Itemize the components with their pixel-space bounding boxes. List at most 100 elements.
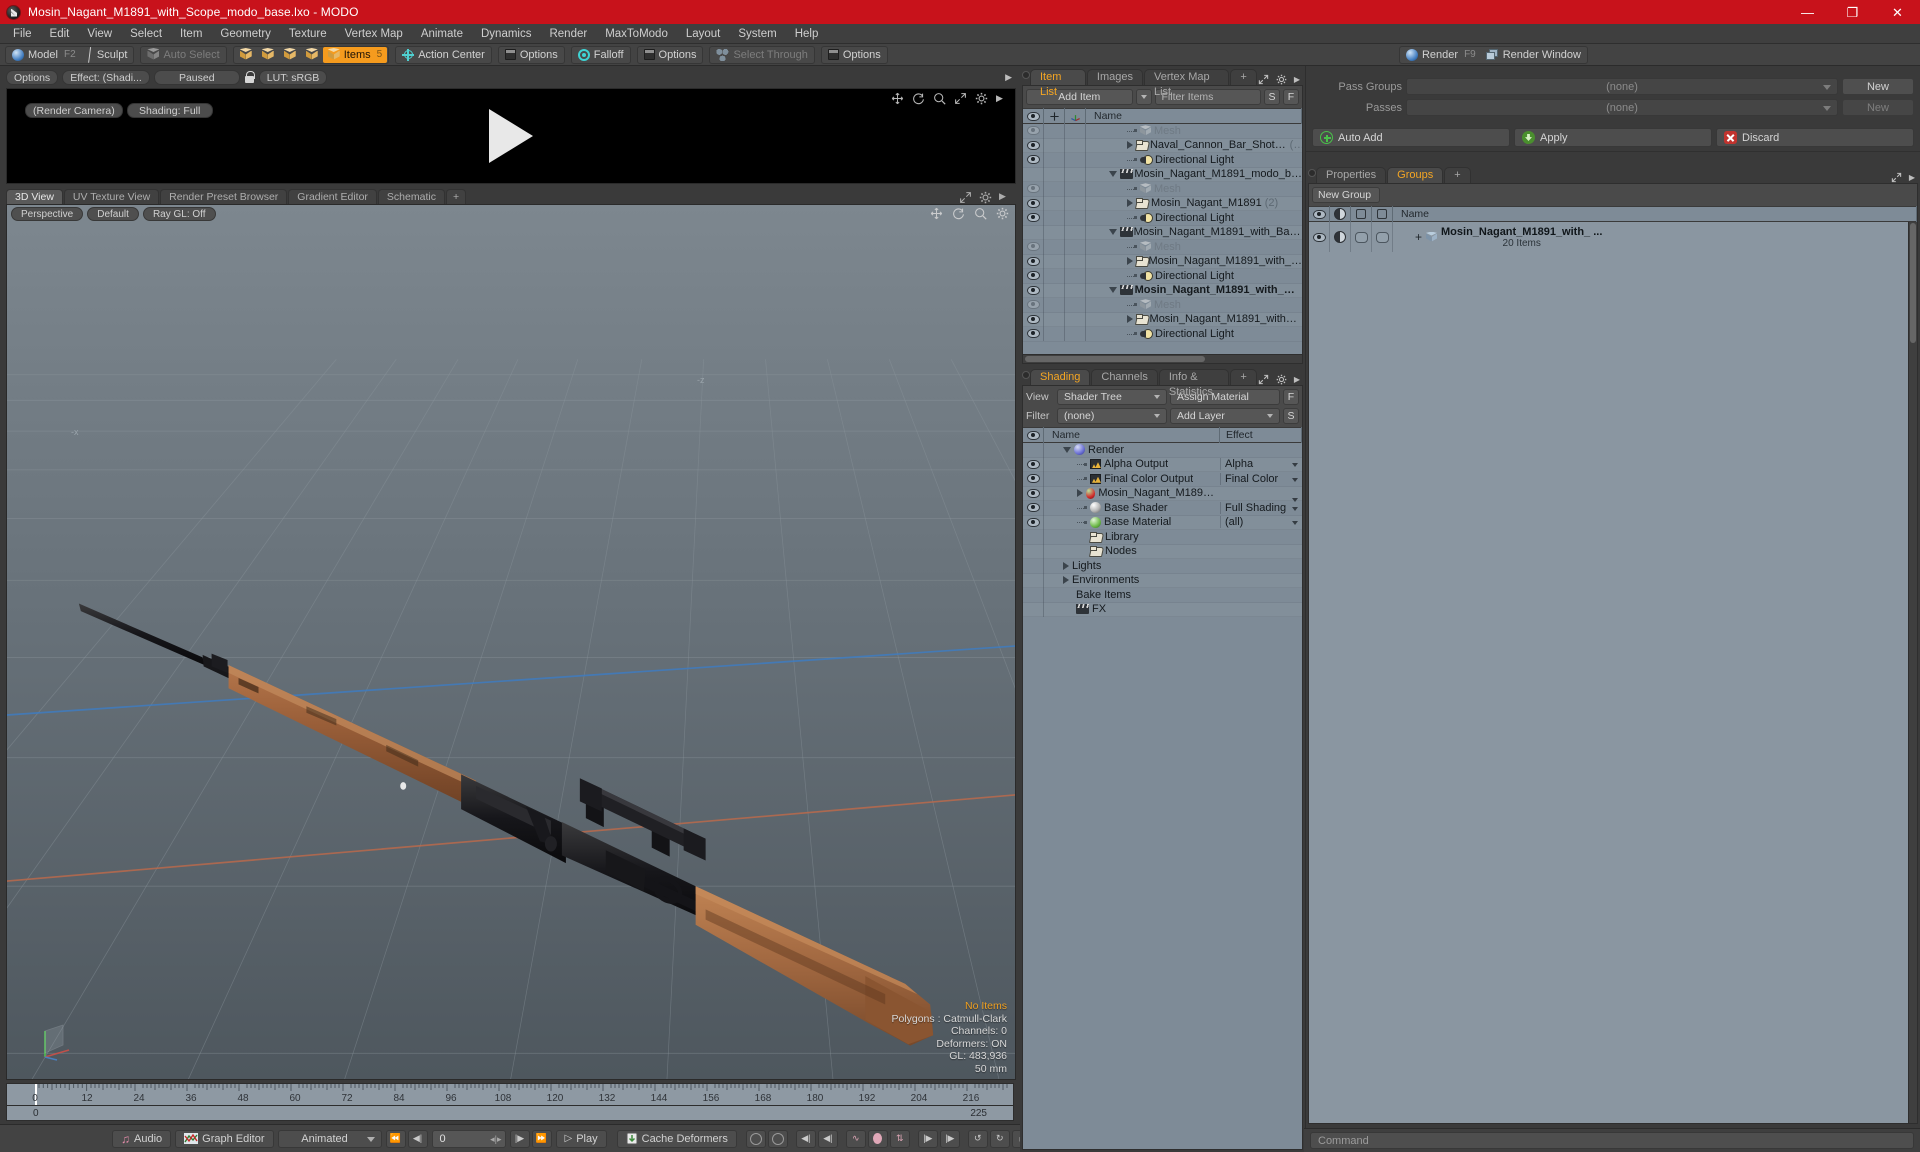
viewport-raygl-button[interactable]: Ray GL: Off [142,206,216,221]
table-row[interactable]: Mosin_Nagant_M1891_modo_base.lxo [1023,167,1302,182]
select-through-button[interactable]: Select Through [711,47,812,63]
gear-icon[interactable] [996,207,1009,220]
menu-render[interactable]: Render [540,24,596,44]
render-camera-button[interactable]: (Render Camera) [25,103,123,118]
table-row[interactable]: Mosin_Nagant_M1891_with_Bayonet ... [1023,254,1302,269]
groups-list[interactable]: + Mosin_Nagant_M1891_with_ ... 20 Items [1309,222,1908,1123]
menu-dynamics[interactable]: Dynamics [472,24,540,44]
row-axis-cell[interactable] [1065,326,1086,341]
row-visibility-icon[interactable] [1026,140,1040,150]
maximize-button[interactable]: ❐ [1830,0,1875,24]
close-button[interactable]: ✕ [1875,0,1920,24]
row-name-cell[interactable]: Mesh [1086,299,1302,311]
chevron-right-icon[interactable]: ▶ [996,92,1009,105]
next-key-2-icon[interactable]: |▶ [939,1129,960,1148]
key-add-icon[interactable] [867,1129,888,1148]
row-add-cell[interactable] [1044,254,1065,269]
row-name-cell[interactable]: Directional Light [1086,212,1302,224]
graph-editor-button[interactable]: Graph Editor [175,1129,274,1148]
row-eye-cell[interactable] [1023,558,1044,573]
row-name-cell[interactable]: Mosin_Nagant_M1891_with_Scop ... [1086,284,1302,296]
menu-help[interactable]: Help [786,24,828,44]
row-add-cell[interactable] [1044,167,1065,182]
menu-view[interactable]: View [78,24,121,44]
expand-arrow-icon[interactable] [1077,489,1083,498]
row-axis-cell[interactable] [1065,138,1086,153]
menu-layout[interactable]: Layout [677,24,730,44]
table-row[interactable]: Mosin_Nagant_M1891_with_Bayonet_a ... [1023,225,1302,240]
row-add-cell[interactable] [1044,297,1065,312]
minimize-button[interactable]: — [1785,0,1830,24]
polygon-mode-icon[interactable] [279,47,301,63]
table-row[interactable]: Mesh [1023,124,1302,139]
table-row[interactable]: Mesh [1023,181,1302,197]
expand-arrow-icon[interactable] [1127,141,1133,150]
items-mode-button[interactable]: Items 5 [322,46,388,63]
row-name-cell[interactable]: FX [1044,603,1220,615]
table-row[interactable]: Mosin_Nagant_M1891_wit ... [1023,486,1302,503]
menu-file[interactable]: File [4,24,41,44]
new-group-button[interactable]: New Group [1312,187,1380,203]
row-axis-cell[interactable] [1065,124,1086,138]
row-eye-cell[interactable] [1023,167,1044,182]
table-row[interactable]: Mosin_Nagant_M1891_with_Scop ... [1023,283,1302,298]
table-row[interactable]: Mosin_Nagant_M1891 (2) [1023,196,1302,211]
pass-groups-dropdown[interactable]: (none) [1406,78,1838,95]
3d-viewport[interactable]: Perspective Default Ray GL: Off -z -x No… [6,204,1016,1080]
row-add-cell[interactable] [1044,239,1065,254]
key-curve-icon[interactable]: ∿ [845,1129,866,1148]
sculpt-mode-button[interactable]: ╱ Sculpt [81,47,133,63]
add-item-dropdown[interactable] [1135,89,1152,105]
zoom-icon[interactable] [933,92,946,105]
row-eye-cell[interactable] [1023,529,1044,544]
shader-tree-empty-area[interactable] [1023,883,1302,1149]
row-effect-cell[interactable]: Final Color [1220,472,1302,485]
row-visibility-icon[interactable] [1026,329,1040,339]
table-row[interactable]: Bake Items [1023,587,1302,603]
current-frame-field[interactable]: 0 ◂|▸ [431,1129,506,1148]
row-axis-cell[interactable] [1065,181,1086,196]
row-axis-cell[interactable] [1065,225,1086,240]
expand-arrow-icon[interactable] [1127,199,1133,208]
prev-key-icon[interactable]: ◀| [795,1129,816,1148]
row-name-cell[interactable]: Lights [1044,560,1220,572]
tab-add-button[interactable]: + [1230,369,1257,385]
auto-key-icon[interactable] [745,1129,766,1148]
lock-icon[interactable] [244,70,256,84]
row-visibility-icon[interactable] [1026,256,1040,266]
step-back-icon[interactable]: ◀| [407,1129,428,1148]
row-visibility-icon[interactable] [1026,126,1040,136]
fit-icon[interactable] [954,92,967,105]
row-eye-cell[interactable] [1023,181,1044,196]
row-add-cell[interactable] [1044,283,1065,298]
table-row[interactable]: Alpha Output Alpha [1023,457,1302,472]
gear-icon[interactable] [979,191,992,204]
gear-icon[interactable] [975,92,988,105]
auto-select-button[interactable]: Auto Select [142,47,224,63]
no-key-icon[interactable] [767,1129,788,1148]
table-row[interactable]: Naval_Cannon_Bar_Shot_Flat (2) [1023,138,1302,153]
menu-select[interactable]: Select [121,24,171,44]
row-name-cell[interactable]: Mosin_Nagant_M1891_with_Scope [1086,313,1302,325]
row-axis-cell[interactable] [1065,268,1086,283]
row-visibility-icon[interactable] [1026,213,1040,223]
spinner-icon[interactable]: ◂|▸ [490,1134,501,1145]
move-icon[interactable] [930,207,943,220]
row-visibility-icon[interactable] [1026,503,1040,513]
item-list-hscrollbar[interactable] [1023,354,1302,363]
falloff-options-button[interactable]: Options [639,47,702,63]
item-list-s-button[interactable]: S [1264,89,1280,105]
menu-edit[interactable]: Edit [41,24,79,44]
play-button[interactable]: ▷ Play [555,1129,607,1148]
row-eye-cell[interactable] [1023,443,1044,457]
prev-key-2-icon[interactable]: ◀| [817,1129,838,1148]
row-visibility-icon[interactable] [1026,459,1040,469]
command-input[interactable]: Command [1310,1132,1914,1149]
row-name-cell[interactable]: Mosin_Nagant_M1891_with_Bayonet ... [1086,255,1302,267]
table-row[interactable]: Render [1023,443,1302,458]
row-eye-cell[interactable] [1023,124,1044,138]
row-wire-checkbox[interactable] [1354,231,1368,243]
menu-texture[interactable]: Texture [280,24,336,44]
chevron-right-icon[interactable]: ▶ [1909,173,1915,182]
row-eye-cell[interactable] [1023,587,1044,602]
